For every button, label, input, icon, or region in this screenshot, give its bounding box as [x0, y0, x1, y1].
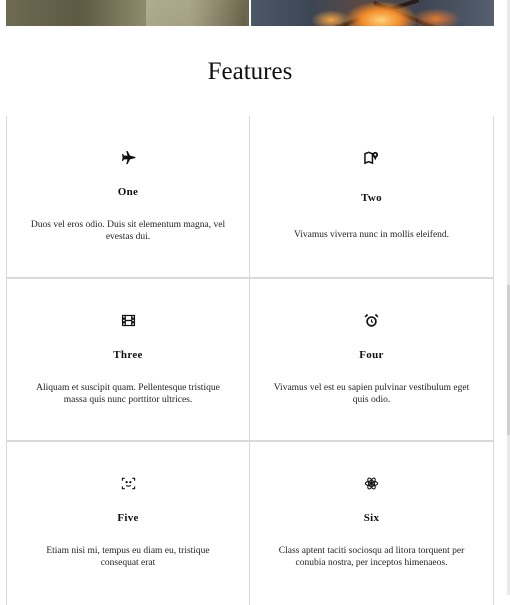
- feature-description: Etiam nisi mi, tempus eu diam eu, tristi…: [46, 546, 210, 568]
- feature-description: Vivamus vel est eu sapien pulvinar vesti…: [273, 383, 470, 405]
- landscape-image: [6, 0, 249, 26]
- alarm-clock-icon: [250, 313, 493, 329]
- airplane-icon: [7, 150, 249, 166]
- hero-images: [6, 0, 494, 26]
- section-title: Features: [207, 58, 293, 85]
- feature-card: Three Aliquam et suscipit quam. Pellente…: [6, 279, 250, 442]
- map-pin-icon: [250, 150, 493, 166]
- feature-name: Six: [363, 512, 380, 524]
- feature-description: Class aptent taciti sociosqu ad litora t…: [278, 546, 465, 568]
- feature-card: Four Vivamus vel est eu sapien pulvinar …: [250, 279, 494, 442]
- feature-name: Two: [361, 192, 382, 204]
- feature-name: Three: [113, 349, 143, 361]
- feature-card: One Duos vel eros odio. Duis sit element…: [6, 116, 250, 279]
- feature-name: Four: [359, 349, 384, 361]
- feature-description: Duos vel eros odio. Duis sit elementum m…: [30, 220, 226, 242]
- feature-card: Six Class aptent taciti sociosqu ad lito…: [250, 442, 494, 605]
- feature-card: Two Vivamus viverra nunc in mollis eleif…: [250, 116, 494, 279]
- feature-description: Vivamus viverra nunc in mollis eleifend.: [293, 230, 450, 240]
- feature-name: One: [117, 186, 139, 198]
- face-scan-icon: [7, 476, 249, 492]
- atom-icon: [250, 476, 493, 492]
- features-grid: One Duos vel eros odio. Duis sit element…: [6, 116, 494, 605]
- feature-card: Five Etiam nisi mi, tempus eu diam eu, t…: [6, 442, 250, 605]
- campfire-image: [251, 0, 494, 26]
- feature-name: Five: [117, 512, 139, 524]
- feature-description: Aliquam et suscipit quam. Pellentesque t…: [36, 383, 220, 405]
- film-icon: [7, 313, 249, 329]
